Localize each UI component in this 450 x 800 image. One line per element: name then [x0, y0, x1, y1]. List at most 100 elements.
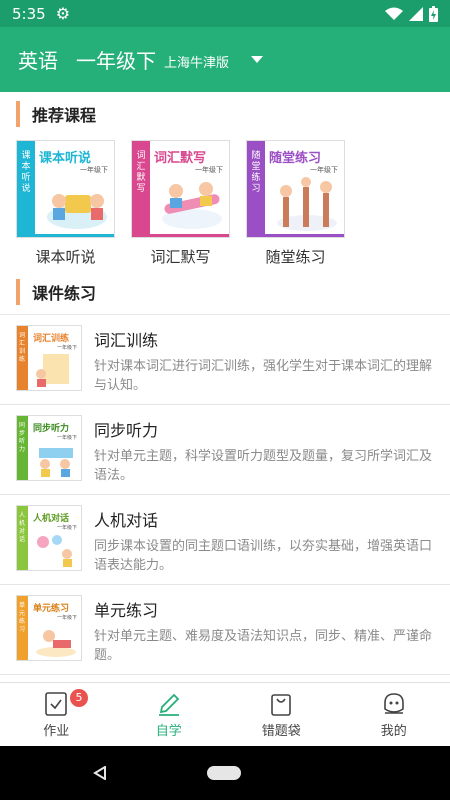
thumb-grade: 一年级下	[56, 345, 77, 351]
course-card-label: 课本听说	[35, 248, 96, 266]
cover-spine: 随堂练习	[247, 141, 265, 237]
dropdown-arrow-icon[interactable]	[251, 56, 264, 63]
thumb-grade: 一年级下	[56, 525, 77, 531]
thumb-title: 同步听力	[33, 424, 70, 434]
system-nav-bar	[0, 746, 450, 800]
cover-bottom-strip	[132, 234, 229, 237]
item-description: 同步课本设置的同主题口语训练，以夯实基础，增强英语口语表达能力。	[94, 539, 433, 573]
cover-spine-text: 课本听说	[21, 151, 31, 194]
thumb-spine-text: 人机对话	[19, 512, 26, 543]
thumb-spine-text: 单元练习	[19, 602, 26, 633]
cover-title: 词汇默写	[154, 151, 207, 166]
main-content[interactable]: 推荐课程 课本听说 课本听说 一年级下 课本听说 词汇默写 词汇默写 一年级下 …	[0, 92, 450, 682]
course-card-textbook-listening[interactable]: 课本听说 课本听说 一年级下 课本听说	[16, 140, 115, 270]
recommended-section-title: 推荐课程	[32, 106, 97, 125]
kids-illustration-icon	[47, 194, 107, 229]
cover-bottom-strip	[17, 234, 114, 237]
kids-talking-illustration-icon	[37, 535, 72, 567]
cover-spine-text: 词汇默写	[136, 151, 146, 194]
thumb-spine-text: 同步听力	[19, 422, 26, 453]
homework-icon	[45, 691, 68, 716]
course-cover: 随堂练习 随堂练习 一年级下	[246, 140, 345, 238]
bottom-tab-bar: 5 作业 自学 错题袋 我的	[0, 682, 450, 746]
item-info: 词汇训练 针对课本词汇进行词汇训练，强化学生对于课本词汇的理解与认知。	[94, 325, 438, 404]
thumb-grade: 一年级下	[56, 435, 77, 441]
item-thumbnail: 同步听力 同步听力 一年级下	[16, 415, 82, 481]
item-info: 人机对话 同步课本设置的同主题口语训练，以夯实基础，增强英语口语表达能力。	[94, 505, 438, 584]
cover-title: 课本听说	[39, 151, 92, 166]
thumb-spine: 单元练习	[17, 596, 28, 660]
thumb-spine: 词汇训练	[17, 326, 28, 390]
tab-homework[interactable]: 5 作业	[0, 683, 113, 746]
edition-label[interactable]: 上海牛津版	[164, 52, 229, 71]
tab-mistake-bag[interactable]: 错题袋	[225, 683, 338, 746]
recommended-section-header: 推荐课程	[0, 92, 450, 136]
cover-spine: 词汇默写	[132, 141, 150, 237]
item-info: 单元练习 针对单元主题、难易度及语法知识点，同步、精准、严谨命题。	[94, 595, 438, 674]
thumb-title: 词汇训练	[33, 334, 70, 344]
recommended-cards: 课本听说 课本听说 一年级下 课本听说 词汇默写 词汇默写 一年级下 词汇默写 …	[0, 136, 450, 270]
course-card-class-practice[interactable]: 随堂练习 随堂练习 一年级下 随堂练习	[246, 140, 345, 270]
thumb-grade: 一年级下	[56, 615, 77, 621]
item-info: 同步听力 针对单元主题，科学设置听力题型及题量，复习所学词汇及语法。	[94, 415, 438, 494]
item-description: 针对单元主题、难易度及语法知识点，同步、精准、严谨命题。	[94, 629, 433, 663]
section-accent-bar	[16, 101, 20, 127]
tab-label: 我的	[380, 723, 407, 739]
status-time: 5:35	[12, 4, 46, 23]
section-accent-bar	[16, 279, 20, 305]
kids-reading-illustration-icon	[36, 630, 76, 657]
thumb-spine-text: 词汇训练	[19, 332, 26, 363]
course-cover: 词汇默写 词汇默写 一年级下	[131, 140, 230, 238]
battery-icon	[429, 5, 438, 22]
list-item-vocab-training[interactable]: 词汇训练 词汇训练 一年级下 词汇训练 针对课本词汇进行词汇训练，强化学生对于课…	[0, 315, 450, 405]
kids-pencil-illustration-icon	[162, 182, 222, 229]
item-name: 人机对话	[94, 511, 159, 530]
item-description: 针对单元主题，科学设置听力题型及题量，复习所学词汇及语法。	[94, 449, 433, 483]
cover-bottom-strip	[247, 234, 344, 237]
course-cover: 课本听说 课本听说 一年级下	[16, 140, 115, 238]
back-icon[interactable]	[93, 766, 107, 780]
item-name: 单元练习	[94, 601, 159, 620]
tab-self-study[interactable]: 自学	[113, 683, 226, 746]
bag-icon	[271, 693, 292, 716]
notebook-illustration-icon	[36, 354, 69, 387]
practice-section-header: 课件练习	[0, 270, 450, 314]
item-thumbnail: 单元练习 单元练习 一年级下	[16, 595, 82, 661]
cover-title: 随堂练习	[269, 151, 322, 166]
app-header: 英语 一年级下 上海牛津版	[0, 27, 450, 92]
home-button[interactable]	[207, 766, 241, 780]
cover-grade: 一年级下	[195, 166, 223, 174]
status-icons	[385, 5, 438, 22]
thumb-title: 人机对话	[33, 514, 70, 524]
thumb-spine: 同步听力	[17, 416, 28, 480]
thumb-spine: 人机对话	[17, 506, 28, 570]
signal-icon	[409, 6, 423, 21]
course-card-label: 词汇默写	[150, 248, 211, 266]
tab-label: 作业	[43, 723, 70, 739]
list-item-sync-listening[interactable]: 同步听力 同步听力 一年级下 同步听力 针对单元主题，科学设置听力题型及题量，复…	[0, 405, 450, 495]
tab-profile[interactable]: 我的	[338, 683, 450, 746]
kids-ladder-illustration-icon	[277, 177, 337, 231]
grade-title[interactable]: 一年级下	[76, 45, 156, 74]
wifi-icon	[385, 7, 403, 20]
thumb-title: 单元练习	[33, 604, 70, 614]
item-name: 同步听力	[94, 421, 159, 440]
cover-spine-text: 随堂练习	[251, 151, 261, 194]
tab-label: 错题袋	[261, 723, 301, 739]
course-card-vocab-dictation[interactable]: 词汇默写 词汇默写 一年级下 词汇默写	[131, 140, 230, 270]
item-description: 针对课本词汇进行词汇训练，强化学生对于课本词汇的理解与认知。	[94, 359, 433, 393]
homework-badge: 5	[70, 689, 88, 707]
status-bar: 5:35 ⚙	[0, 0, 450, 27]
course-card-label: 随堂练习	[265, 248, 326, 266]
cover-grade: 一年级下	[80, 166, 108, 174]
pencil-icon	[158, 693, 180, 716]
list-item-unit-practice[interactable]: 单元练习 单元练习 一年级下 单元练习 针对单元主题、难易度及语法知识点，同步、…	[0, 585, 450, 675]
cover-grade: 一年级下	[310, 166, 338, 174]
item-name: 词汇训练	[94, 331, 159, 350]
practice-section-title: 课件练习	[32, 284, 97, 303]
subject-title[interactable]: 英语	[18, 45, 58, 74]
item-thumbnail: 词汇训练 词汇训练 一年级下	[16, 325, 82, 391]
gear-icon: ⚙	[55, 4, 71, 23]
list-item-dialogue[interactable]: 人机对话 人机对话 一年级下 人机对话 同步课本设置的同主题口语训练，以夯实基础…	[0, 495, 450, 585]
practice-list: 词汇训练 词汇训练 一年级下 词汇训练 针对课本词汇进行词汇训练，强化学生对于课…	[0, 314, 450, 675]
